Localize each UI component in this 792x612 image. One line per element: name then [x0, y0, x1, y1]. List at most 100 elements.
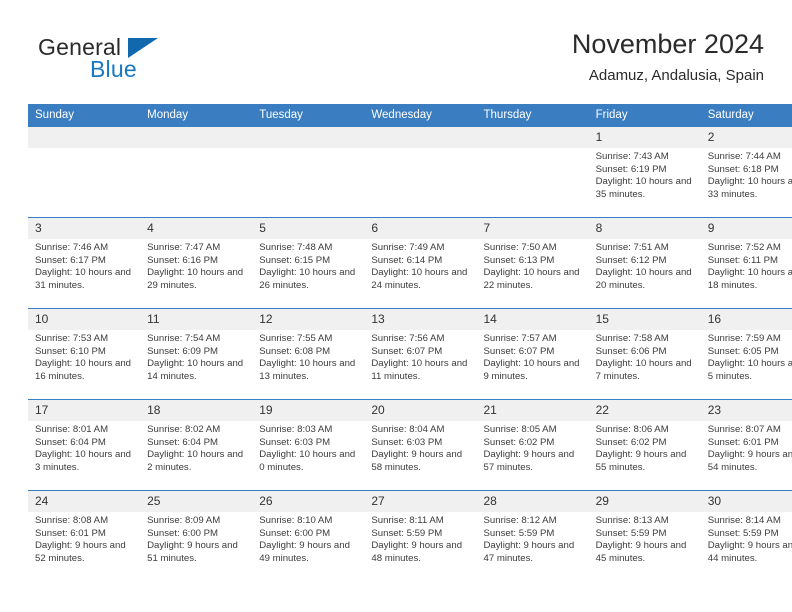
title-block: November 2024 Adamuz, Andalusia, Spain [572, 28, 764, 87]
day-number: 7 [476, 218, 589, 239]
calendar-cell-day-18[interactable]: 18 Sunrise: 8:02 AM Sunset: 6:04 PM Dayligh… [140, 399, 253, 491]
sunrise-text: Sunrise: 7:44 AM [707, 151, 781, 162]
day-details: Sunrise: 7:46 AM Sunset: 6:17 PM Daylight:… [28, 239, 140, 292]
calendar-cell-day-2[interactable]: 2 Sunrise: 7:44 AM Sunset: 6:18 PM Daylight… [700, 126, 792, 218]
calendar-cell-day-8[interactable]: 8 Sunrise: 7:51 AM Sunset: 6:12 PM Daylight… [588, 217, 701, 309]
sunset-text: Sunset: 6:12 PM [595, 254, 667, 266]
day-details: Sunrise: 8:12 AM Sunset: 5:59 PM Daylight:… [477, 512, 589, 565]
calendar-cell-day-3[interactable]: 3 Sunrise: 7:46 AM Sunset: 6:17 PM Daylight… [28, 217, 141, 309]
calendar-cell-empty [476, 126, 589, 218]
calendar-cell-day-6[interactable]: 6 Sunrise: 7:49 AM Sunset: 6:14 PM Daylight… [364, 217, 477, 309]
calendar-cell-day-14[interactable]: 14 Sunrise: 7:57 AM Sunset: 6:07 PM Dayligh… [476, 308, 589, 400]
daylight-text: Daylight: 10 hours and 26 minutes. [259, 267, 356, 291]
calendar-week-row: 24 Sunrise: 8:08 AM Sunset: 6:01 PM Dayligh… [28, 490, 792, 581]
calendar-cell-day-11[interactable]: 11 Sunrise: 7:54 AM Sunset: 6:09 PM Dayligh… [140, 308, 253, 400]
logo-text-blue: Blue [90, 56, 137, 82]
calendar-cell-day-22[interactable]: 22 Sunrise: 8:06 AM Sunset: 6:02 PM Dayligh… [588, 399, 701, 491]
day-number: 27 [364, 491, 477, 512]
daylight-text: Daylight: 10 hours and 9 minutes. [483, 358, 580, 382]
daylight-text: Daylight: 9 hours and 44 minutes. [707, 540, 792, 564]
sunrise-text: Sunrise: 7:57 AM [483, 333, 557, 344]
day-number: 28 [476, 491, 589, 512]
sunrise-text: Sunrise: 8:05 AM [483, 424, 557, 435]
calendar-cell-day-1[interactable]: 1 Sunrise: 7:43 AM Sunset: 6:19 PM Daylight… [588, 126, 701, 218]
calendar-cell-day-15[interactable]: 15 Sunrise: 7:58 AM Sunset: 6:06 PM Dayligh… [588, 308, 701, 400]
day-details: Sunrise: 8:08 AM Sunset: 6:01 PM Daylight:… [28, 512, 140, 565]
sunset-text: Sunset: 6:10 PM [35, 345, 106, 357]
calendar-cell-day-4[interactable]: 4 Sunrise: 7:47 AM Sunset: 6:16 PM Daylight… [140, 217, 253, 309]
day-number: 19 [252, 400, 365, 421]
sunset-text: Sunset: 6:00 PM [147, 527, 219, 539]
day-details: Sunrise: 8:02 AM Sunset: 6:04 PM Daylight:… [140, 421, 252, 474]
calendar-cell-day-24[interactable]: 24 Sunrise: 8:08 AM Sunset: 6:01 PM Dayligh… [28, 490, 141, 581]
daylight-text: Daylight: 10 hours and 2 minutes. [147, 449, 244, 473]
calendar-cell-day-17[interactable]: 17 Sunrise: 8:01 AM Sunset: 6:04 PM Dayligh… [28, 399, 141, 491]
day-number: 13 [364, 309, 477, 330]
day-details: Sunrise: 7:51 AM Sunset: 6:12 PM Daylight:… [589, 239, 701, 292]
day-number [476, 127, 589, 148]
calendar-cell-day-20[interactable]: 20 Sunrise: 8:04 AM Sunset: 6:03 PM Dayligh… [364, 399, 477, 491]
day-details: Sunrise: 8:07 AM Sunset: 6:01 PM Daylight:… [701, 421, 792, 474]
calendar-cell-day-29[interactable]: 29 Sunrise: 8:13 AM Sunset: 5:59 PM Dayligh… [588, 490, 701, 581]
sunrise-text: Sunrise: 7:53 AM [35, 333, 109, 344]
calendar-cell-day-21[interactable]: 21 Sunrise: 8:05 AM Sunset: 6:02 PM Dayligh… [476, 399, 589, 491]
daylight-text: Daylight: 9 hours and 45 minutes. [595, 540, 687, 564]
calendar-cell-day-9[interactable]: 9 Sunrise: 7:52 AM Sunset: 6:11 PM Daylight… [700, 217, 792, 309]
sunset-text: Sunset: 6:19 PM [595, 163, 667, 175]
daylight-text: Daylight: 9 hours and 49 minutes. [259, 540, 350, 564]
sunrise-text: Sunrise: 8:04 AM [371, 424, 445, 435]
day-details: Sunrise: 7:47 AM Sunset: 6:16 PM Daylight:… [140, 239, 252, 292]
sunrise-text: Sunrise: 7:58 AM [595, 333, 669, 344]
sunrise-text: Sunrise: 7:55 AM [259, 333, 333, 344]
calendar-cell-day-12[interactable]: 12 Sunrise: 7:55 AM Sunset: 6:08 PM Dayligh… [252, 308, 365, 400]
sunset-text: Sunset: 6:01 PM [35, 527, 106, 539]
daylight-text: Daylight: 10 hours and 7 minutes. [595, 358, 692, 382]
weekday-header-saturday: Saturday [700, 104, 792, 127]
day-number: 4 [140, 218, 253, 239]
sunset-text: Sunset: 6:15 PM [259, 254, 331, 266]
calendar-cell-day-10[interactable]: 10 Sunrise: 7:53 AM Sunset: 6:10 PM Dayligh… [28, 308, 141, 400]
triangle-icon [128, 38, 158, 58]
day-number: 22 [588, 400, 701, 421]
daylight-text: Daylight: 10 hours and 29 minutes. [147, 267, 244, 291]
daylight-text: Daylight: 10 hours and 13 minutes. [259, 358, 356, 382]
calendar-cell-day-23[interactable]: 23 Sunrise: 8:07 AM Sunset: 6:01 PM Dayligh… [700, 399, 792, 491]
day-details: Sunrise: 8:09 AM Sunset: 6:00 PM Daylight:… [140, 512, 252, 565]
calendar-cell-day-30[interactable]: 30 Sunrise: 8:14 AM Sunset: 5:59 PM Dayligh… [700, 490, 792, 581]
calendar-cell-day-28[interactable]: 28 Sunrise: 8:12 AM Sunset: 5:59 PM Dayligh… [476, 490, 589, 581]
calendar-grid: Sunday Monday Tuesday Wednesday Thursday Frid… [28, 104, 792, 581]
sunset-text: Sunset: 6:18 PM [707, 163, 779, 175]
day-details: Sunrise: 7:43 AM Sunset: 6:19 PM Daylight:… [589, 148, 701, 201]
day-details: Sunrise: 8:13 AM Sunset: 5:59 PM Daylight:… [589, 512, 701, 565]
sunset-text: Sunset: 5:59 PM [707, 527, 779, 539]
calendar-cell-day-27[interactable]: 27 Sunrise: 8:11 AM Sunset: 5:59 PM Dayligh… [364, 490, 477, 581]
sunrise-text: Sunrise: 8:01 AM [35, 424, 109, 435]
general-blue-logo[interactable]: General Blue [28, 34, 248, 90]
calendar-table: Sunday Monday Tuesday Wednesday Thursday Frid… [28, 104, 792, 581]
weekday-header-sunday: Sunday [28, 104, 141, 127]
calendar-cell-day-16[interactable]: 16 Sunrise: 7:59 AM Sunset: 6:05 PM Dayligh… [700, 308, 792, 400]
weekday-header-tuesday: Tuesday [252, 104, 365, 127]
day-number: 24 [28, 491, 141, 512]
calendar-cell-day-25[interactable]: 25 Sunrise: 8:09 AM Sunset: 6:00 PM Dayligh… [140, 490, 253, 581]
calendar-cell-day-7[interactable]: 7 Sunrise: 7:50 AM Sunset: 6:13 PM Daylight… [476, 217, 589, 309]
sunrise-text: Sunrise: 7:46 AM [35, 242, 109, 253]
day-number: 8 [588, 218, 701, 239]
page-header: General Blue November 2024 Adamuz, Andal… [28, 28, 764, 94]
daylight-text: Daylight: 10 hours and 18 minutes. [707, 267, 792, 291]
daylight-text: Daylight: 9 hours and 54 minutes. [707, 449, 792, 473]
weekday-header-row: Sunday Monday Tuesday Wednesday Thursday Frid… [28, 104, 792, 127]
day-details: Sunrise: 8:03 AM Sunset: 6:03 PM Daylight:… [252, 421, 364, 474]
day-number: 11 [140, 309, 253, 330]
day-number: 5 [252, 218, 365, 239]
day-details: Sunrise: 7:57 AM Sunset: 6:07 PM Daylight:… [477, 330, 589, 383]
sunrise-text: Sunrise: 8:13 AM [595, 515, 669, 526]
calendar-cell-day-5[interactable]: 5 Sunrise: 7:48 AM Sunset: 6:15 PM Daylight… [252, 217, 365, 309]
calendar-cell-day-19[interactable]: 19 Sunrise: 8:03 AM Sunset: 6:03 PM Dayligh… [252, 399, 365, 491]
day-number: 18 [140, 400, 253, 421]
sunset-text: Sunset: 6:05 PM [707, 345, 779, 357]
daylight-text: Daylight: 10 hours and 20 minutes. [595, 267, 692, 291]
calendar-cell-day-13[interactable]: 13 Sunrise: 7:56 AM Sunset: 6:07 PM Dayligh… [364, 308, 477, 400]
sunrise-text: Sunrise: 7:50 AM [483, 242, 557, 253]
calendar-cell-day-26[interactable]: 26 Sunrise: 8:10 AM Sunset: 6:00 PM Dayligh… [252, 490, 365, 581]
